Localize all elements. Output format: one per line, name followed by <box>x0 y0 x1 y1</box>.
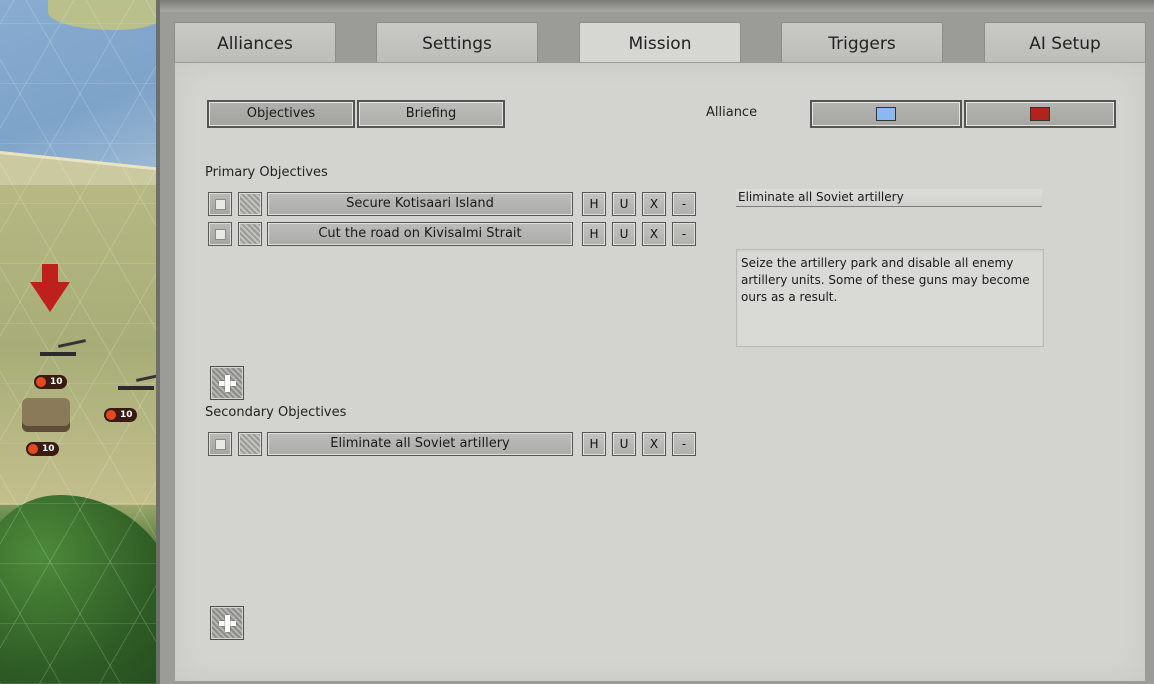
alliance-label: Alliance <box>706 105 758 120</box>
tab-triggers[interactable]: Triggers <box>781 22 943 64</box>
objective-u-button[interactable]: U <box>612 192 636 216</box>
alliance-2-button[interactable] <box>964 100 1116 128</box>
add-primary-objective-button[interactable] <box>210 366 244 400</box>
objective-name-field[interactable]: Secure Kotisaari Island <box>267 192 573 216</box>
objective-title-field[interactable]: Eliminate all Soviet artillery <box>736 189 1042 207</box>
objective-hidden-button[interactable]: H <box>582 192 606 216</box>
objectives-subtab-button[interactable]: Objectives <box>207 100 355 128</box>
objective-color-button[interactable] <box>238 222 262 246</box>
checkbox-box <box>215 229 226 240</box>
objective-hidden-button[interactable]: H <box>582 222 606 246</box>
panel-frame-top <box>160 0 1154 12</box>
objective-checkbox[interactable] <box>208 432 232 456</box>
tab-mission[interactable]: Mission <box>579 22 741 66</box>
unit-strength-badge: 10 <box>34 375 67 389</box>
checkbox-box <box>215 439 226 450</box>
objective-delete-button[interactable]: X <box>642 432 666 456</box>
objective-hidden-button[interactable]: H <box>582 432 606 456</box>
add-secondary-objective-button[interactable] <box>210 606 244 640</box>
tab-settings[interactable]: Settings <box>376 22 538 64</box>
tab-ai-setup[interactable]: AI Setup <box>984 22 1146 64</box>
editor-tabs: Alliances Settings Mission Triggers AI S… <box>170 22 1146 66</box>
objective-delete-button[interactable]: X <box>642 192 666 216</box>
alliance-2-color-swatch <box>1030 107 1050 121</box>
objective-u-button[interactable]: U <box>612 432 636 456</box>
tab-alliances[interactable]: Alliances <box>174 22 336 64</box>
unit-strength-badge: 10 <box>26 442 59 456</box>
objective-collapse-button[interactable]: - <box>672 192 696 216</box>
selection-arrow-icon <box>30 264 70 312</box>
objective-checkbox[interactable] <box>208 222 232 246</box>
artillery-unit[interactable] <box>118 372 154 390</box>
checkbox-box <box>215 199 226 210</box>
alliance-1-color-swatch <box>876 107 896 121</box>
bunker-unit[interactable] <box>22 398 70 432</box>
objective-color-button[interactable] <box>238 192 262 216</box>
alliance-1-button[interactable] <box>810 100 962 128</box>
map-view[interactable]: 10 10 10 <box>0 0 160 684</box>
objective-color-button[interactable] <box>238 432 262 456</box>
objective-collapse-button[interactable]: - <box>672 432 696 456</box>
mission-content: Objectives Briefing Alliance Primary Obj… <box>174 62 1146 682</box>
objective-collapse-button[interactable]: - <box>672 222 696 246</box>
primary-objectives-heading: Primary Objectives <box>205 165 328 180</box>
objective-u-button[interactable]: U <box>612 222 636 246</box>
objective-description-field[interactable]: Seize the artillery park and disable all… <box>736 249 1044 347</box>
objective-delete-button[interactable]: X <box>642 222 666 246</box>
artillery-unit[interactable] <box>40 338 76 356</box>
objective-name-field[interactable]: Eliminate all Soviet artillery <box>267 432 573 456</box>
scenario-editor-panel: Alliances Settings Mission Triggers AI S… <box>156 0 1154 684</box>
secondary-objectives-heading: Secondary Objectives <box>205 405 347 420</box>
objective-name-field[interactable]: Cut the road on Kivisalmi Strait <box>267 222 573 246</box>
objective-checkbox[interactable] <box>208 192 232 216</box>
briefing-subtab-button[interactable]: Briefing <box>357 100 505 128</box>
unit-strength-badge: 10 <box>104 408 137 422</box>
